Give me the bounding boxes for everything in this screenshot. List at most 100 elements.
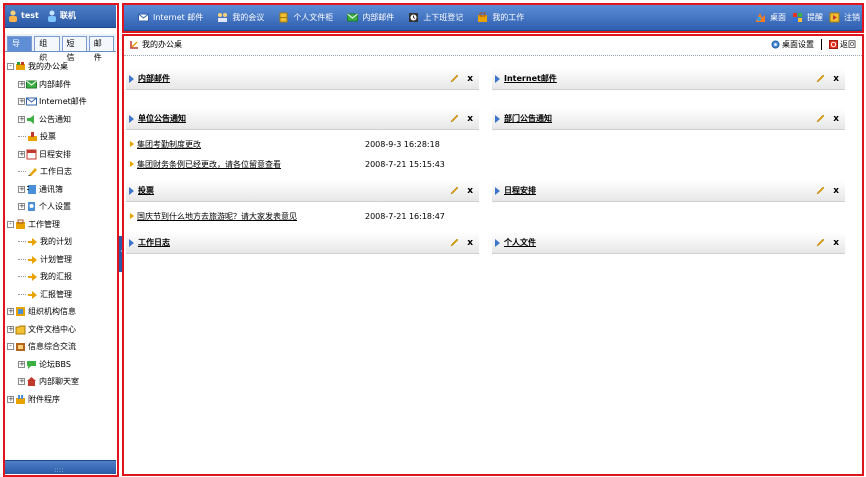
tree-connector (18, 171, 26, 173)
toolbar-right-item[interactable]: 注销 (829, 12, 860, 23)
tree-item[interactable]: + 内部邮件 (4, 76, 116, 94)
expand-icon[interactable]: + (18, 360, 25, 368)
tree-item[interactable]: + 文件文档中心 (4, 321, 116, 339)
panel-title[interactable]: 日程安排 (504, 185, 536, 196)
panel-body: 国庆节到什么地方去旅游呢？请大家发表意见 2008-7-21 16:18:47 (126, 202, 479, 232)
tree-item[interactable]: + 通讯簿 (4, 181, 116, 199)
panel-header: 日程安排 x (492, 180, 845, 202)
close-icon[interactable]: x (467, 186, 473, 196)
edit-icon[interactable] (450, 238, 459, 247)
edit-icon[interactable] (450, 74, 459, 83)
expand-icon[interactable]: + (18, 115, 25, 123)
tree-item[interactable]: - 工作管理 (4, 216, 116, 234)
tree-item[interactable]: + 内部聊天室 (4, 373, 116, 391)
panel-title[interactable]: 单位公告通知 (138, 113, 186, 124)
panel-title[interactable]: 个人文件 (504, 237, 536, 248)
resize-grip-icon[interactable]: :::: (54, 466, 63, 474)
tree-item-label: 我的办公桌 (28, 62, 68, 72)
close-icon[interactable]: x (467, 74, 473, 84)
edit-icon[interactable] (450, 186, 459, 195)
desktop-panel: Internet邮件 x (492, 68, 845, 108)
panel-body (492, 254, 845, 272)
collapse-icon[interactable]: - (7, 220, 14, 228)
expand-icon[interactable]: + (18, 203, 25, 211)
tree-item-label: 论坛BBS (39, 359, 71, 369)
tree-item[interactable]: 我的计划 (4, 233, 116, 251)
expand-icon[interactable]: + (18, 98, 25, 106)
toolbar-item[interactable]: 我的会议 (217, 12, 264, 23)
toolbar-item[interactable]: Internet 邮件 (138, 12, 203, 23)
panel-row: 集团考勤制度更改 2008-9-3 16:28:18 (130, 134, 479, 154)
sidebar-collapse-handle[interactable] (117, 236, 124, 272)
back-button[interactable]: 返回 (829, 39, 856, 50)
tree-item[interactable]: + 公告通知 (4, 111, 116, 129)
username: test (21, 11, 39, 20)
close-icon[interactable]: x (467, 114, 473, 124)
panel-row-link[interactable]: 集团考勤制度更改 (137, 139, 365, 150)
panel-arrow-icon (129, 186, 134, 195)
expand-icon[interactable]: + (7, 395, 14, 403)
collapse-icon[interactable]: - (7, 343, 14, 351)
panel-empty-space (496, 94, 845, 102)
close-icon[interactable]: x (833, 238, 839, 248)
close-icon[interactable]: x (833, 114, 839, 124)
collapse-icon[interactable]: - (7, 63, 14, 71)
tree-item[interactable]: + 日程安排 (4, 146, 116, 164)
tree-item[interactable]: 我的汇报 (4, 268, 116, 286)
toolbar-right-item[interactable]: 桌面 (755, 12, 786, 23)
panel-row-link[interactable]: 国庆节到什么地方去旅游呢？请大家发表意见 (137, 211, 365, 222)
tree-item[interactable]: - 信息综合交流 (4, 338, 116, 356)
tab-sms[interactable]: 短信 (61, 36, 87, 62)
expand-icon[interactable]: + (7, 308, 14, 316)
edit-icon[interactable] (450, 114, 459, 123)
clock-icon (408, 12, 419, 23)
expand-icon[interactable]: + (18, 80, 25, 88)
edit-icon[interactable] (816, 238, 825, 247)
cabinet-icon (278, 12, 289, 23)
tree-item-label: Internet邮件 (39, 97, 87, 107)
tab-nav[interactable]: 导航 (7, 36, 33, 62)
toolbar-right-item-label: 桌面 (770, 12, 786, 22)
tree-item[interactable]: 计划管理 (4, 251, 116, 269)
panel-title[interactable]: 工作日志 (138, 237, 170, 248)
panel-empty-space (496, 206, 845, 214)
tab-mail[interactable]: 邮件 (88, 36, 114, 62)
expand-icon[interactable]: + (7, 325, 14, 333)
expand-icon[interactable]: + (18, 378, 25, 386)
tree-item[interactable]: + 论坛BBS (4, 356, 116, 374)
toolbar-item[interactable]: 内部邮件 (347, 12, 394, 23)
expand-icon[interactable]: + (18, 150, 25, 158)
desktop-settings-button[interactable]: 桌面设置 (771, 39, 814, 50)
toolbar-item[interactable]: 上下班登记 (408, 12, 463, 23)
toolbar-right-item[interactable]: 提醒 (792, 12, 823, 23)
plan-icon (27, 271, 38, 282)
user-header: test 联机 (4, 4, 116, 28)
tree-item[interactable]: + 附件程序 (4, 391, 116, 409)
settings-icon (26, 201, 37, 212)
expand-icon[interactable]: + (18, 185, 25, 193)
tree-item[interactable]: - 我的办公桌 (4, 58, 116, 76)
online-status[interactable]: 联机 (60, 10, 76, 21)
tree-item[interactable]: + 组织机构信息 (4, 303, 116, 321)
panel-title[interactable]: 投票 (138, 185, 154, 196)
tree-item[interactable]: 投票 (4, 128, 116, 146)
toolbar-item[interactable]: 我的工作 (477, 12, 524, 23)
bullet-icon (130, 161, 134, 167)
panel-title[interactable]: 内部邮件 (138, 73, 170, 84)
tree-item[interactable]: + Internet邮件 (4, 93, 116, 111)
close-icon[interactable]: x (833, 74, 839, 84)
tree-item[interactable]: 工作日志 (4, 163, 116, 181)
tab-org[interactable]: 组织 (34, 36, 60, 62)
panel-title[interactable]: Internet邮件 (504, 73, 557, 84)
edit-icon[interactable] (816, 74, 825, 83)
close-icon[interactable]: x (833, 186, 839, 196)
panel-row-link[interactable]: 集团财务条例已经更改，请各位留意查看 (137, 159, 365, 170)
panel-header: 内部邮件 x (126, 68, 479, 90)
toolbar-item[interactable]: 个人文件柜 (278, 12, 333, 23)
tree-item[interactable]: + 个人设置 (4, 198, 116, 216)
tree-item[interactable]: 汇报管理 (4, 286, 116, 304)
panel-title[interactable]: 部门公告通知 (504, 113, 552, 124)
edit-icon[interactable] (816, 186, 825, 195)
edit-icon[interactable] (816, 114, 825, 123)
close-icon[interactable]: x (467, 238, 473, 248)
